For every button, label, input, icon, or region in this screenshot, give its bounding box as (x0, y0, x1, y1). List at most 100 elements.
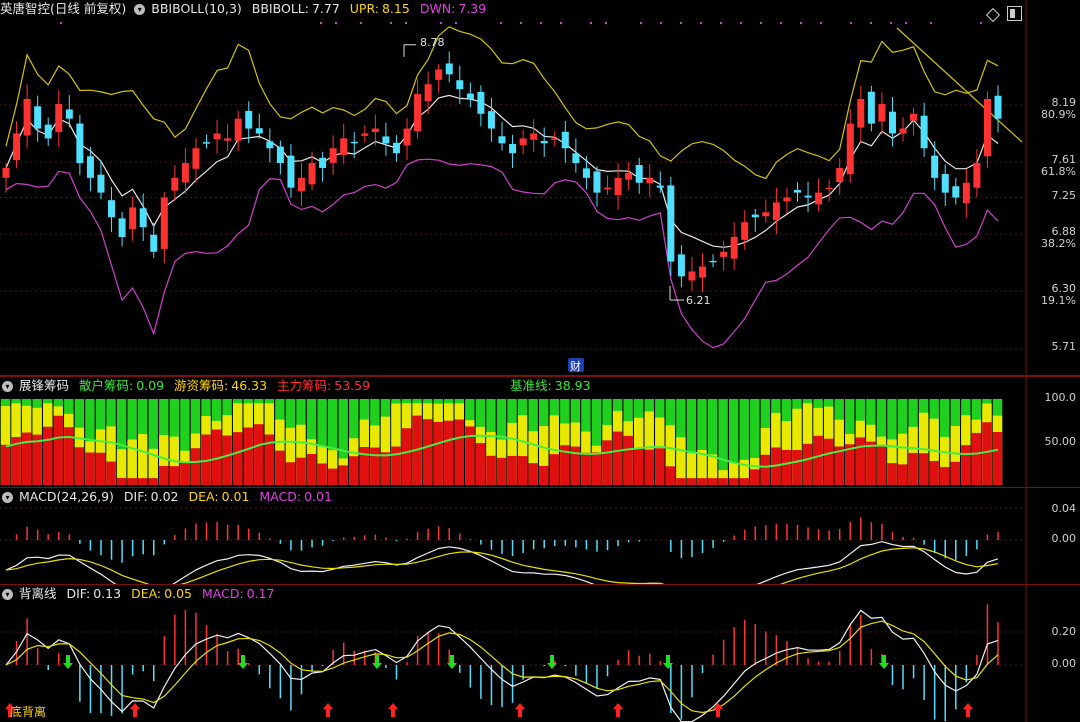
chip-title[interactable]: 展锋筹码 (19, 378, 69, 393)
down-arrow-icon (63, 655, 73, 669)
chip-main-bar (612, 431, 623, 485)
signal-dot (780, 22, 782, 24)
candle-body (530, 133, 538, 140)
collapse-icon[interactable]: ▾ (134, 4, 146, 15)
candle-body (867, 91, 875, 124)
macd-title[interactable]: MACD(24,26,9) (19, 489, 114, 504)
div-dif-value: 0.13 (93, 586, 122, 601)
candle-body (656, 185, 664, 188)
signal-dot (680, 22, 682, 24)
candle-body (192, 148, 200, 169)
candle-body (540, 140, 548, 144)
candle-body (888, 111, 896, 134)
chip-main-bar (380, 452, 391, 485)
chip-main-bar (897, 464, 908, 485)
candle-body (487, 111, 495, 129)
signal-dot (850, 22, 852, 24)
chip-main-bar (823, 438, 834, 485)
candle-body (635, 165, 643, 183)
up-arrow-icon (130, 703, 140, 717)
chip-main-bar (0, 444, 11, 485)
candle-body (129, 207, 137, 230)
chip-main-bar (148, 478, 158, 485)
candle-body (150, 234, 158, 252)
chip-main-bar (42, 426, 53, 485)
chip-main-bar (95, 452, 106, 485)
price-chart: 8.78 6.21 财 (0, 0, 1027, 375)
chip-panel: ▾ 展锋筹码 散户筹码: 0.09 游资筹码: 46.33 主力筹码: 53.59 基准… (0, 377, 1080, 487)
signal-dot (390, 22, 392, 24)
signal-dot (930, 22, 932, 24)
chip-main-bar (781, 449, 792, 485)
candle-body (329, 148, 337, 163)
trend-line (896, 27, 1023, 143)
candle-body (741, 222, 749, 240)
signal-dot (980, 22, 982, 24)
chip-main-bar (655, 448, 665, 485)
chip-main-bar (53, 415, 63, 485)
candle-body (498, 136, 506, 144)
candle-body (181, 163, 189, 183)
div-tick-020: 0.20 (1051, 625, 1077, 638)
chip-hot-bar (137, 434, 148, 485)
macd-dea-label: DEA: (188, 489, 219, 504)
candle-body (108, 200, 116, 218)
price-y-axis: 8.19 80.9% 7.61 61.8% 7.25 6.88 38.2% 6.30 19.1%… (1016, 0, 1076, 375)
candle-body (878, 103, 886, 122)
candle-body (973, 163, 981, 188)
signal-dot (60, 22, 62, 24)
chip-main-bar (85, 452, 95, 485)
up-arrow-icon (323, 703, 333, 717)
dwn-label: DWN: (419, 1, 456, 16)
div-macd-label: MACD: (201, 586, 244, 601)
candle-body (582, 168, 590, 178)
div-title[interactable]: 背离线 (19, 586, 57, 601)
candle-body (392, 142, 400, 154)
candle-body (2, 167, 10, 178)
price-pct-tick: 19.1% (1041, 294, 1076, 308)
chip-header: ▾ 展锋筹码 散户筹码: 0.09 游资筹码: 46.33 主力筹码: 53.59 基准… (0, 377, 597, 395)
candle-body (23, 98, 31, 136)
indicator-name[interactable]: BBIBOLL(10,3) (151, 1, 242, 16)
signal-dot (320, 22, 322, 24)
chip-main-bar (591, 452, 602, 485)
chip-main-bar (159, 465, 169, 485)
candle-body (825, 187, 833, 190)
collapse-icon[interactable]: ▾ (2, 492, 13, 503)
candle-body (604, 187, 612, 190)
chip-main-bar (686, 478, 697, 485)
chip-tick-50: 50.00 (1044, 435, 1077, 448)
up-arrow-icon (515, 703, 525, 717)
macd-header: ▾ MACD(24,26,9) DIF: 0.02 DEA: 0.01 MACD: 0.… (0, 488, 338, 506)
chip-main-bar (306, 453, 317, 485)
candle-body (403, 128, 411, 146)
cai-label: 财 (570, 359, 581, 373)
signal-dot (870, 22, 872, 24)
signal-dot (740, 22, 742, 24)
candle-body (65, 109, 73, 119)
chip-main-bar (707, 478, 718, 485)
chip-main-bar (391, 446, 401, 485)
candle-body (699, 266, 707, 278)
chip-main-bar (665, 466, 676, 485)
candle-body (477, 91, 485, 114)
candle-body (762, 212, 770, 217)
candle-body (646, 177, 654, 183)
chip-y-axis: 100.0 50.00 (1045, 391, 1077, 448)
chip-main-bar (813, 435, 823, 485)
chip-main-bar (116, 477, 127, 485)
candle-body (86, 156, 94, 178)
down-arrow-icon (238, 655, 248, 669)
base-label: 基准线: (510, 378, 552, 393)
collapse-icon[interactable]: ▾ (2, 589, 13, 600)
chip-main-bar (940, 467, 950, 485)
chip-main-bar (760, 454, 771, 485)
candle-body (371, 128, 379, 132)
signal-dot (700, 22, 702, 24)
candle-body (361, 133, 369, 136)
chip-main-bar (359, 447, 370, 485)
macd-tick-000: 0.00 (1051, 532, 1077, 545)
collapse-icon[interactable]: ▾ (2, 381, 13, 392)
signal-dot (720, 22, 722, 24)
chip-main-bar (370, 447, 380, 485)
